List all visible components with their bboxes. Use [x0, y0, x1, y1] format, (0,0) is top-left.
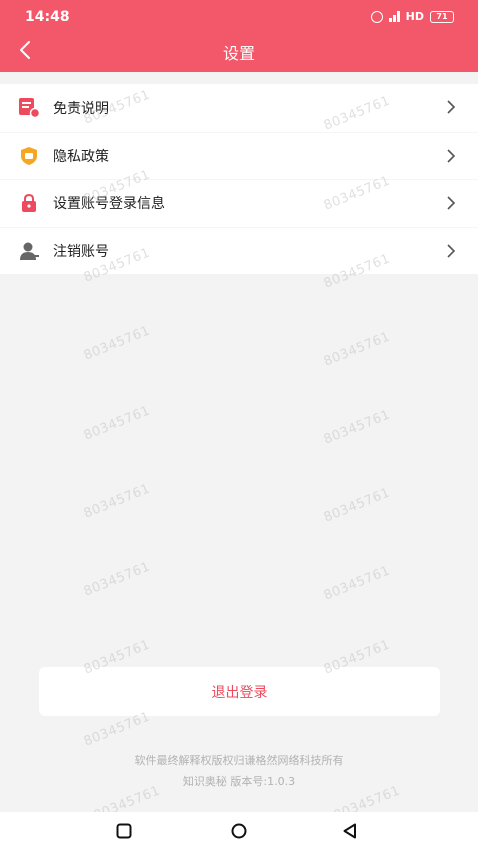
menu-item-label: 隐私政策 [53, 148, 109, 165]
watermark-text: 80345761 [81, 403, 153, 444]
home-icon[interactable] [229, 821, 249, 841]
watermark-text: 80345761 [81, 481, 153, 522]
chevron-right-icon [447, 243, 456, 258]
network-type: HD [405, 10, 424, 23]
menu-item-label: 注销账号 [53, 243, 109, 260]
page-title: 设置 [222, 44, 255, 63]
chevron-right-icon [447, 196, 456, 210]
menu-item-privacy-policy[interactable]: 隐私政策 [0, 131, 478, 180]
watermark-text: 80345761 [81, 559, 153, 600]
menu-item-label: 设置账号登录信息 [53, 196, 165, 213]
lock-icon [22, 193, 36, 212]
status-bar: 14:48 HD 71 [0, 0, 478, 34]
recent-apps-icon[interactable] [114, 821, 134, 841]
battery-level: 71 [436, 12, 448, 21]
battery-icon: 71 [430, 10, 454, 23]
copyright-text: 软件最终解释权版权归谦格然网络科技所有 [134, 754, 344, 767]
status-time: 14:48 [25, 9, 70, 25]
menu-item-delete-account[interactable]: 注销账号 [0, 226, 478, 275]
watermark-text: 80345761 [81, 323, 153, 364]
watermark-text: 80345761 [321, 485, 393, 526]
menu-item-account-login-settings[interactable]: 设置账号登录信息 [0, 179, 478, 227]
version-text: 知识奥秘 版本号:1.0.3 [182, 775, 296, 788]
system-nav-bar [0, 812, 478, 850]
status-icons: HD 71 [370, 10, 454, 23]
back-triangle-icon[interactable] [340, 821, 360, 841]
settings-menu: 免责说明 隐私政策 设置账号登录信息 注销账号 [0, 84, 478, 274]
watermark-text: 80345761 [321, 407, 393, 448]
document-icon [19, 98, 40, 118]
logout-button[interactable]: 退出登录 [39, 667, 440, 716]
chevron-right-icon [447, 148, 456, 163]
menu-item-disclaimer[interactable]: 免责说明 [0, 84, 478, 132]
alarm-icon [370, 10, 383, 23]
app-header: 14:48 HD 71 设置 [0, 0, 478, 72]
watermark-text: 80345761 [321, 329, 393, 370]
shield-icon [21, 146, 37, 165]
chevron-right-icon [447, 100, 456, 114]
user-icon [20, 242, 39, 260]
signal-icon [388, 11, 400, 22]
watermark-text: 80345761 [321, 563, 393, 604]
menu-item-label: 免责说明 [53, 100, 109, 117]
